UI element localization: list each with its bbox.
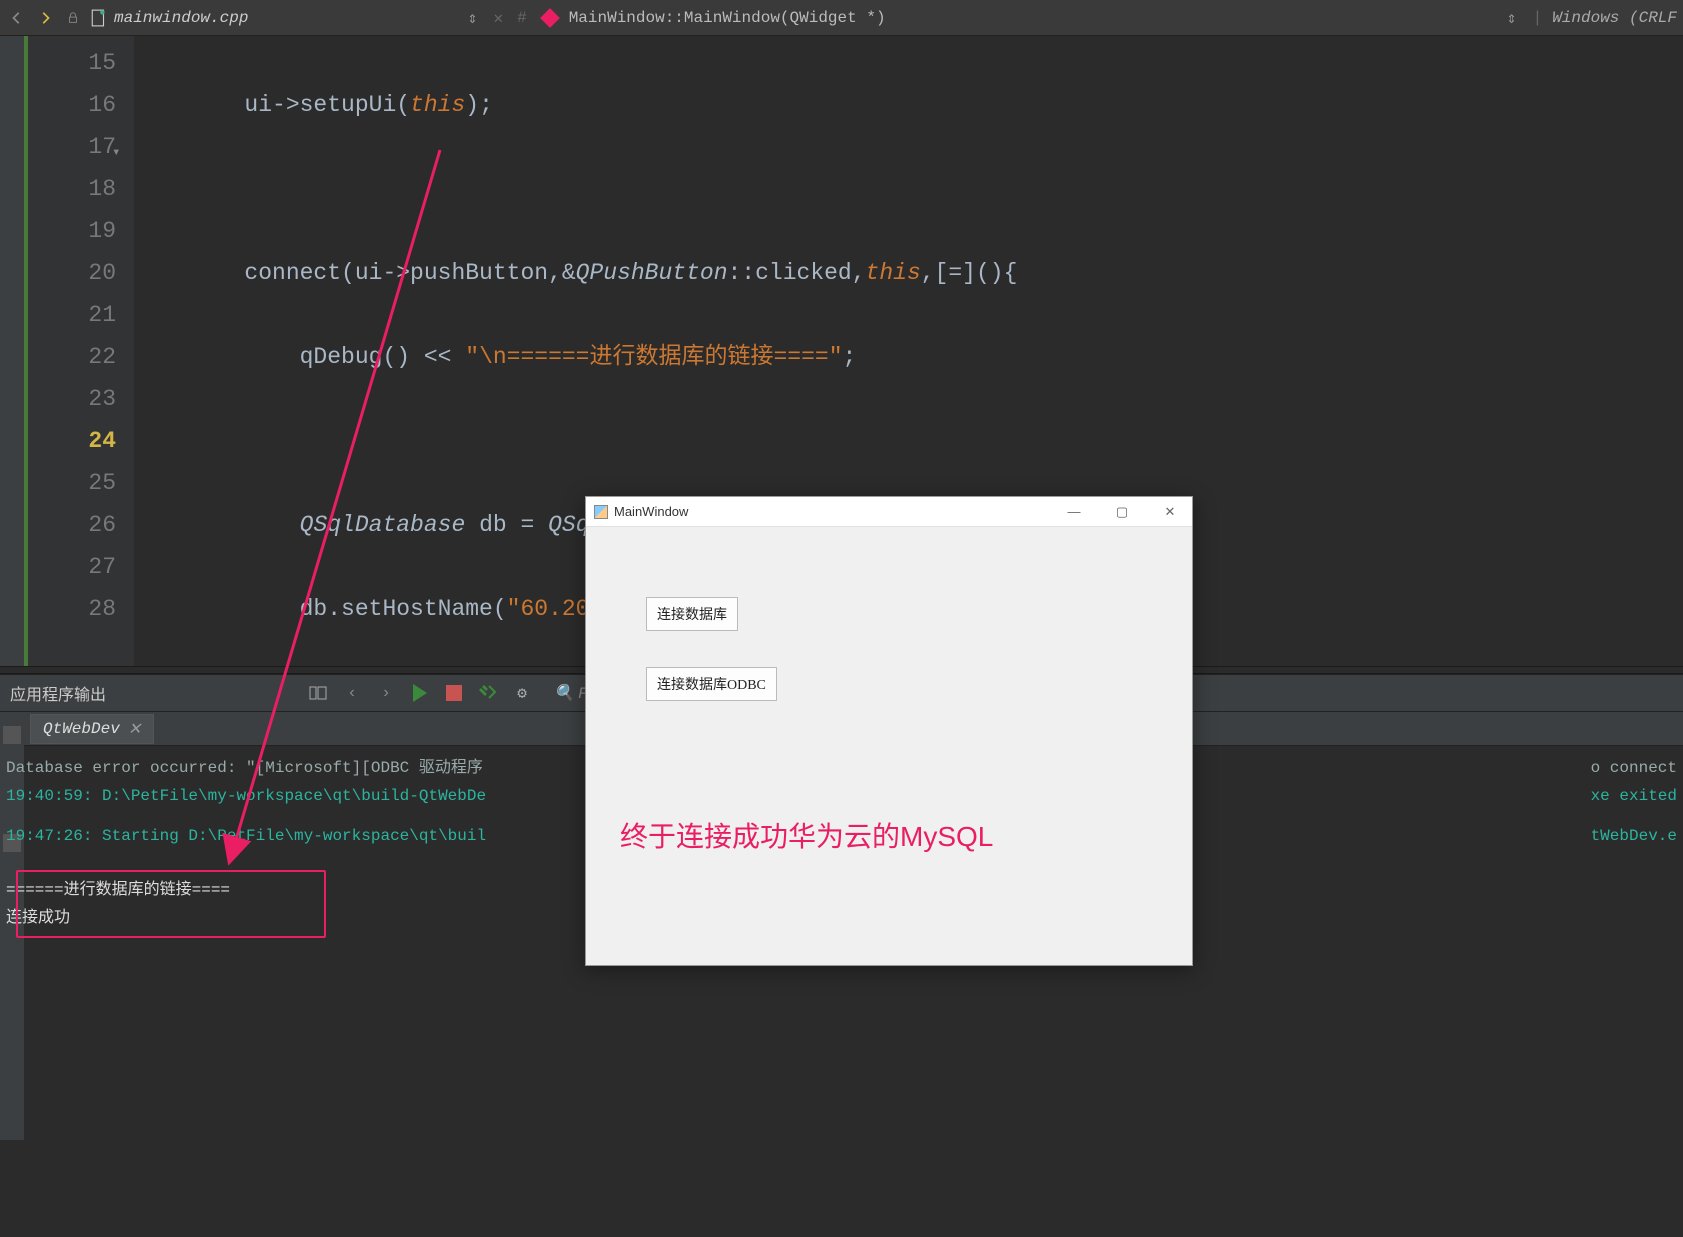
fold-icon[interactable]: ▾ xyxy=(112,132,120,174)
app-titlebar[interactable]: MainWindow — ▢ ✕ xyxy=(586,497,1192,527)
line-ending-label[interactable]: Windows (CRLF xyxy=(1552,9,1677,27)
annotation-highlight-box xyxy=(16,870,326,938)
file-icon xyxy=(90,9,108,27)
output-title: 应用程序输出 xyxy=(10,681,106,705)
running-app-window[interactable]: MainWindow — ▢ ✕ 连接数据库 连接数据库ODBC xyxy=(585,496,1193,966)
nav-forward-icon[interactable] xyxy=(34,7,56,29)
editor-breadcrumb-bar: mainwindow.cpp ⇕ ✕ # MainWindow::MainWin… xyxy=(0,0,1683,36)
run-icon[interactable] xyxy=(408,681,432,705)
symbol-breadcrumb[interactable]: MainWindow::MainWindow(QWidget *) xyxy=(569,9,886,27)
nav-back-icon[interactable] xyxy=(6,7,28,29)
build-run-icon[interactable] xyxy=(476,681,500,705)
stop-icon[interactable] xyxy=(442,681,466,705)
chevron-left-icon[interactable]: ‹ xyxy=(340,681,364,705)
hash-icon[interactable]: # xyxy=(513,9,531,27)
output-tab-label: QtWebDev xyxy=(43,720,120,738)
output-toolbar: ‹ › ⚙ 🔍Filt xyxy=(306,681,616,705)
lock-icon[interactable] xyxy=(62,7,84,29)
line-gutter: ▾ 15 16 17 18 19 20 21 22 23 24 25 26 27… xyxy=(24,36,134,666)
updown-icon[interactable]: ⇕ xyxy=(461,7,483,29)
output-line: 19:47:26: Starting D:\PetFile\my-workspa… xyxy=(6,822,486,850)
sidebar-toggle-icon[interactable] xyxy=(306,681,330,705)
app-body: 连接数据库 连接数据库ODBC xyxy=(586,527,1192,967)
search-icon: 🔍 xyxy=(554,685,574,703)
output-line: 19:40:59: D:\PetFile\my-workspace\qt\bui… xyxy=(6,782,486,810)
annotation-text: 终于连接成功华为云的MySQL xyxy=(620,815,993,855)
app-title: MainWindow xyxy=(614,504,688,519)
app-icon xyxy=(594,505,608,519)
marker-rail xyxy=(0,36,24,666)
updown-icon-2[interactable]: ⇕ xyxy=(1501,7,1523,29)
output-tab-qtwebdev[interactable]: QtWebDev ✕ xyxy=(30,714,154,744)
expand-up-icon[interactable] xyxy=(3,726,21,744)
maximize-icon[interactable]: ▢ xyxy=(1108,504,1136,520)
minimize-icon[interactable]: — xyxy=(1060,504,1088,520)
symbol-marker-icon xyxy=(540,8,560,28)
close-icon[interactable]: ✕ xyxy=(128,719,141,739)
gear-icon[interactable]: ⚙ xyxy=(510,681,534,705)
chevron-right-icon[interactable]: › xyxy=(374,681,398,705)
connect-db-button[interactable]: 连接数据库 xyxy=(646,597,738,631)
separator: ✕ xyxy=(489,8,507,28)
filename-label[interactable]: mainwindow.cpp xyxy=(114,9,248,27)
connect-db-odbc-button[interactable]: 连接数据库ODBC xyxy=(646,667,777,701)
close-icon[interactable]: ✕ xyxy=(1156,504,1184,520)
output-line: Database error occurred: "[Microsoft][OD… xyxy=(6,754,483,782)
